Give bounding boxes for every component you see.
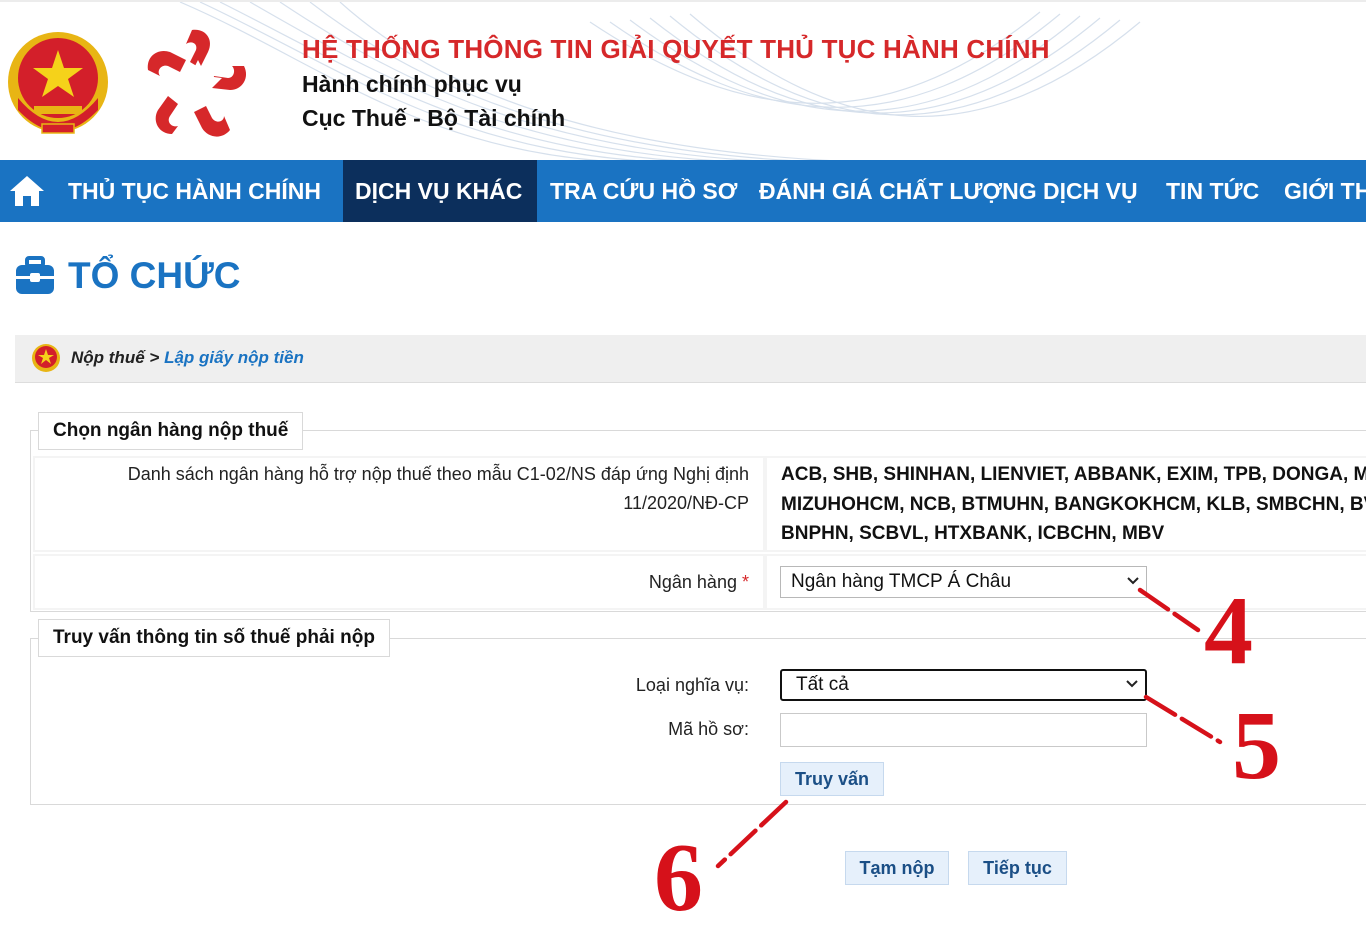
bank-select[interactable]: Ngân hàng TMCP Á Châu xyxy=(780,566,1147,598)
breadcrumb-parent[interactable]: Nộp thuế xyxy=(71,348,145,367)
bank-list-label-line2: 11/2020/NĐ-CP xyxy=(623,493,749,513)
annotation-number-4: 4 xyxy=(1204,577,1253,685)
site-header: HỆ THỐNG THÔNG TIN GIẢI QUYẾT THỦ TỤC HÀ… xyxy=(0,0,1366,160)
temp-submit-button[interactable]: Tạm nộp xyxy=(845,851,949,885)
nav-item-dich-vu-khac[interactable]: DỊCH VỤ KHÁC xyxy=(343,160,537,222)
bank-list-label-line1: Danh sách ngân hàng hỗ trợ nộp thuế theo… xyxy=(127,464,749,484)
continue-button[interactable]: Tiếp tục xyxy=(968,851,1067,885)
annotation-line-6 xyxy=(715,799,789,869)
nav-item-tin-tuc[interactable]: TIN TỨC xyxy=(1154,160,1271,222)
system-subtitle: Hành chính phục vụ xyxy=(302,71,522,97)
obligation-type-select[interactable]: Tất cả xyxy=(780,669,1147,701)
system-title: HỆ THỐNG THÔNG TIN GIẢI QUYẾT THỦ TỤC HÀ… xyxy=(302,34,1050,64)
red-star-hands-logo xyxy=(147,29,247,137)
chevron-down-icon xyxy=(1126,680,1138,688)
obligation-type-label: Loại nghĩa vụ: xyxy=(635,675,749,695)
nav-item-danh-gia[interactable]: ĐÁNH GIÁ CHẤT LƯỢNG DỊCH VỤ xyxy=(747,160,1150,222)
home-icon[interactable] xyxy=(8,174,46,208)
annotation-number-5: 5 xyxy=(1232,692,1281,800)
bank-label: Ngân hàng * xyxy=(648,572,749,592)
page-title: TỔ CHỨC xyxy=(68,255,241,296)
annotation-number-6: 6 xyxy=(654,824,703,932)
briefcase-icon xyxy=(16,256,54,294)
breadcrumb: Nộp thuế > Lập giấy nộp tiền xyxy=(15,335,1366,383)
breadcrumb-current[interactable]: Lập giấy nộp tiền xyxy=(164,348,304,367)
nav-item-thu-tuc[interactable]: THỦ TỤC HÀNH CHÍNH xyxy=(56,160,333,222)
emblem-small-icon xyxy=(32,344,60,372)
chevron-down-icon xyxy=(1127,577,1139,585)
query-section-legend: Truy vấn thông tin số thuế phải nộp xyxy=(38,619,390,657)
national-emblem-icon xyxy=(8,32,108,134)
query-button[interactable]: Truy vấn xyxy=(780,762,884,796)
main-nav: THỦ TỤC HÀNH CHÍNH DỊCH VỤ KHÁC TRA CỨU … xyxy=(0,160,1366,222)
breadcrumb-separator: > xyxy=(149,348,160,367)
agency-name: Cục Thuế - Bộ Tài chính xyxy=(302,105,566,131)
record-code-input[interactable] xyxy=(780,713,1147,747)
required-mark: * xyxy=(741,572,749,592)
nav-item-tra-cuu[interactable]: TRA CỨU HỒ SƠ xyxy=(538,160,749,222)
bank-section-legend: Chọn ngân hàng nộp thuế xyxy=(38,412,304,450)
record-code-label: Mã hồ sơ: xyxy=(668,719,749,739)
nav-item-gioi-thieu[interactable]: GIỚI THIỆU xyxy=(1272,160,1366,222)
supported-bank-list: ACB, SHB, SHINHAN, LIENVIET, ABBANK, EXI… xyxy=(781,464,1366,544)
